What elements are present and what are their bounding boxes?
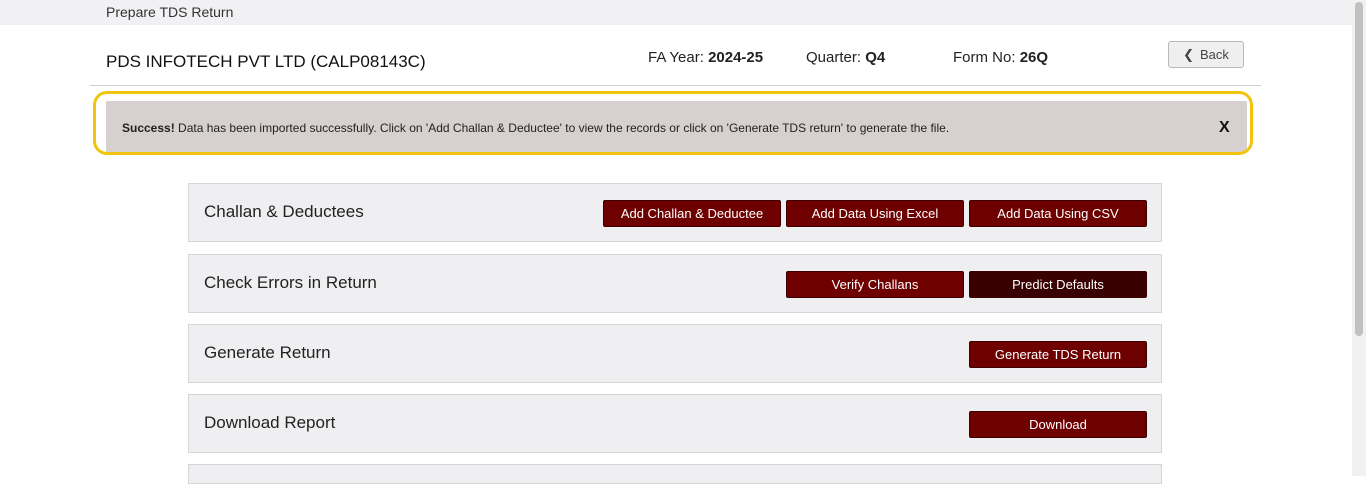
top-bar: Prepare TDS Return xyxy=(0,0,1352,25)
page-breadcrumb: Prepare TDS Return xyxy=(106,4,234,20)
quarter-value: Q4 xyxy=(865,49,886,66)
panel-check-errors: Check Errors in Return Verify Challans P… xyxy=(188,254,1162,313)
panel-title: Challan & Deductees xyxy=(204,202,364,221)
chevron-left-icon: ❮ xyxy=(1183,46,1194,62)
vertical-scrollbar[interactable] xyxy=(1352,0,1366,476)
form-number: Form No: 26Q xyxy=(953,49,1048,66)
panel-challan-deductees: Challan & Deductees Add Challan & Deduct… xyxy=(188,183,1162,242)
form-value: 26Q xyxy=(1019,49,1049,66)
add-challan-deductee-button[interactable]: Add Challan & Deductee xyxy=(603,200,781,227)
fa-year-label: FA Year: xyxy=(648,49,709,66)
quarter-label: Quarter: xyxy=(806,49,866,66)
quarter: Quarter: Q4 xyxy=(806,49,885,66)
back-button-label: Back xyxy=(1200,47,1229,62)
back-button[interactable]: ❮ Back xyxy=(1168,41,1244,68)
panel-download-report: Download Report Download xyxy=(188,394,1162,453)
fa-year: FA Year: 2024-25 xyxy=(648,49,763,66)
verify-challans-button[interactable]: Verify Challans xyxy=(786,271,964,298)
panel-title: Download Report xyxy=(204,413,336,432)
panel-generate-return: Generate Return Generate TDS Return xyxy=(188,324,1162,383)
panel-partial xyxy=(188,464,1162,484)
panel-title: Check Errors in Return xyxy=(204,273,377,292)
alert-highlight-ring xyxy=(93,91,1253,155)
company-name: PDS INFOTECH PVT LTD (CALP08143C) xyxy=(106,52,426,71)
form-label: Form No: xyxy=(953,49,1020,66)
fa-year-value: 2024-25 xyxy=(708,49,764,66)
generate-tds-return-button[interactable]: Generate TDS Return xyxy=(969,341,1147,368)
predict-defaults-button[interactable]: Predict Defaults xyxy=(969,271,1147,298)
panel-title: Generate Return xyxy=(204,343,331,362)
download-button[interactable]: Download xyxy=(969,411,1147,438)
return-header: PDS INFOTECH PVT LTD (CALP08143C) FA Yea… xyxy=(90,40,1261,86)
add-data-excel-button[interactable]: Add Data Using Excel xyxy=(786,200,964,227)
scrollbar-thumb[interactable] xyxy=(1355,2,1363,336)
add-data-csv-button[interactable]: Add Data Using CSV xyxy=(969,200,1147,227)
